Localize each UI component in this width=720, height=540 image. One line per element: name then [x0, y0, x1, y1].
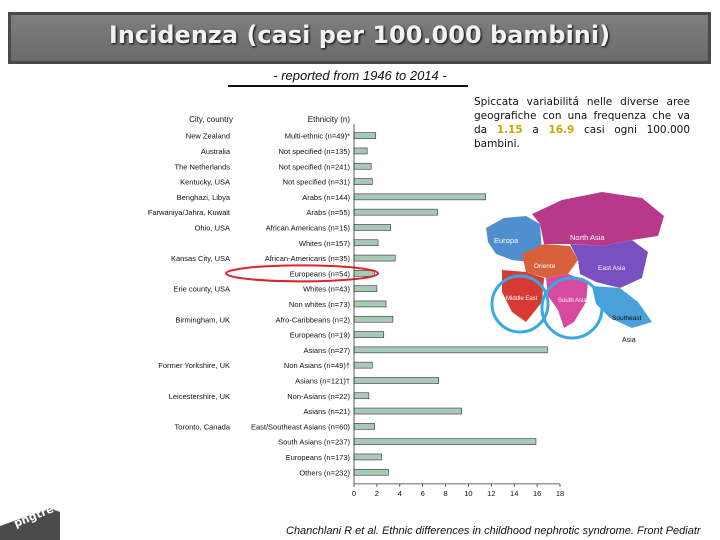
- ethnicity-label: Non whites (n=73): [289, 300, 351, 309]
- bar: [353, 300, 387, 308]
- bar: [353, 468, 389, 476]
- bar: [353, 331, 385, 338]
- ethnicity-label: South Asians (n=237): [278, 438, 350, 447]
- bar: [353, 423, 375, 430]
- page-title: Incidenza (casi per 100.000 bambini): [108, 21, 611, 49]
- city-label: Birmingham, UK: [175, 315, 230, 324]
- x-tick-label: 2: [375, 489, 379, 498]
- bar: [353, 361, 373, 369]
- ethnicity-label: Europeans (n=173): [286, 453, 351, 462]
- city-label: Erie county, USA: [173, 285, 230, 294]
- bar: [353, 285, 378, 292]
- ethnicity-label: Asians (n=121)†: [295, 376, 350, 385]
- map-label-north-asia: North Asia: [570, 233, 605, 242]
- x-tick-label: 0: [352, 489, 356, 498]
- ethnicity-label: Arabs (n=144): [302, 193, 350, 202]
- ethnicity-label: Whites (n=43): [303, 285, 350, 294]
- ethnicity-label: Not specified (n=241): [279, 162, 351, 171]
- map-label-east-asia: East Asia: [598, 265, 625, 272]
- map-label-south-asia: South Asia: [558, 298, 587, 304]
- bar: [353, 392, 370, 400]
- city-label: Benghazi, Libya: [177, 193, 231, 202]
- ethnicity-label: Afro-Caribbeans (n=2): [276, 315, 351, 324]
- city-label: Kentucky, USA: [180, 178, 230, 187]
- bar: [353, 208, 438, 216]
- x-tick-label: 12: [487, 489, 495, 498]
- x-tick-label: 14: [510, 489, 518, 498]
- ethnicity-label: African-Americans (n=35): [265, 254, 351, 263]
- bar: [353, 239, 379, 247]
- city-label: Kansas City, USA: [171, 254, 230, 263]
- city-label: Former Yorkshire, UK: [158, 361, 230, 370]
- map-label-asia: Asia: [622, 337, 636, 344]
- ethnicity-label: Asians (n=21): [304, 407, 351, 416]
- ethnicity-label: Europeans (n=19): [290, 331, 351, 340]
- ethnicity-label: Multi-ethnic (n=49)*: [285, 132, 350, 141]
- bar: [353, 438, 537, 445]
- ethnicity-label: Europeans (n=54): [290, 269, 351, 278]
- bar: [353, 193, 486, 201]
- bar: [353, 270, 375, 277]
- bar: [353, 315, 394, 323]
- ethnicity-label: Whites (n=157): [299, 239, 351, 248]
- city-label: The Netherlands: [175, 162, 231, 171]
- bar: [353, 377, 439, 384]
- city-label: Leicestershire, UK: [169, 392, 230, 401]
- map-label-middle-east: Middle East: [506, 296, 538, 302]
- bar: [353, 254, 396, 262]
- subtitle-underline: [228, 85, 468, 87]
- city-label: Toronto, Canada: [175, 422, 231, 431]
- city-label: Ohio, USA: [195, 223, 230, 232]
- bar: [353, 453, 382, 461]
- x-tick-label: 16: [533, 489, 541, 498]
- ethnicity-label: Not specified (n=31): [283, 178, 351, 187]
- map-label-southeast: Southeast: [612, 315, 641, 322]
- ethnicity-label: Non Asians (n=49)†: [284, 361, 350, 370]
- bar: [353, 162, 372, 170]
- citation: Chanchlani R et al. Ethnic differences i…: [286, 525, 701, 537]
- ethnicity-label: Arabs (n=55): [306, 208, 350, 217]
- x-tick-label: 6: [421, 489, 425, 498]
- ethnicity-label: African Americans (n=15): [266, 223, 351, 232]
- map-label-oriente: Oriente: [534, 263, 556, 270]
- x-tick-label: 4: [398, 489, 402, 498]
- bar: [353, 147, 368, 155]
- x-tick-label: 8: [443, 489, 447, 498]
- bar: [353, 132, 377, 139]
- page-subtitle: - reported from 1946 to 2014 -: [273, 68, 447, 83]
- asia-region-map: Europa North Asia Oriente East Asia Midd…: [486, 192, 664, 344]
- bar: [353, 178, 373, 185]
- column-header-city: City, country: [189, 115, 233, 124]
- bar: [353, 407, 462, 415]
- city-label: Australia: [201, 147, 231, 156]
- map-label-europe: Europa: [494, 236, 519, 245]
- ethnicity-label: Asians (n=27): [304, 346, 351, 355]
- ethnicity-label: Non-Asians (n=22): [287, 392, 350, 401]
- x-tick-label: 10: [464, 489, 472, 498]
- ethnicity-label: Others (n=232): [299, 468, 350, 477]
- city-label: Farwaniya/Jahra, Kuwait: [148, 208, 231, 217]
- title-banner: Incidenza (casi per 100.000 bambini): [8, 12, 711, 64]
- column-header-ethnicity: Ethnicity (n): [308, 115, 351, 124]
- city-label: New Zealand: [186, 132, 230, 141]
- x-tick-label: 18: [556, 489, 564, 498]
- ethnicity-label: East/Southeast Asians (n=60): [251, 422, 351, 431]
- bar: [353, 224, 391, 231]
- ethnicity-label: Not specified (n=135): [279, 147, 351, 156]
